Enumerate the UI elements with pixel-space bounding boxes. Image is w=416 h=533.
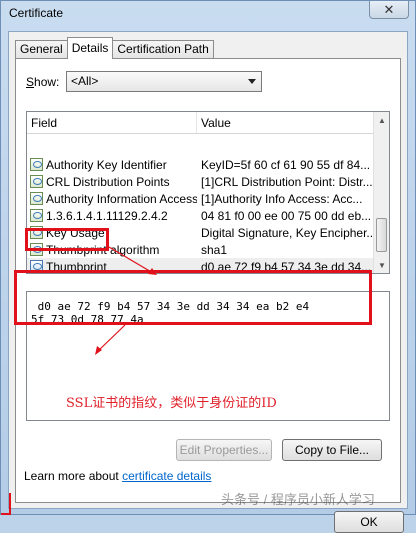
value-line: d0 ae 72 f9 b4 57 34 3e dd 34 34 ea b2 e…: [31, 300, 310, 313]
tab-strip: General Details Certification Path: [15, 37, 214, 59]
window-title: Certificate: [9, 6, 64, 20]
field-value: [1]CRL Distribution Point: Distr...: [201, 174, 373, 189]
annotation-text: SSL证书的指纹，类似于身份证的ID: [66, 396, 277, 411]
certificate-field-icon: [30, 209, 43, 222]
field-value: [1]Authority Info Access: Acc...: [201, 191, 363, 206]
list-item[interactable]: Thumbprint algorithm sha1: [27, 241, 374, 258]
show-dropdown[interactable]: <All>: [66, 71, 262, 92]
field-name: CRL Distribution Points: [46, 174, 170, 189]
list-item[interactable]: Key Usage Digital Signature, Key Enciphe…: [27, 224, 374, 241]
value-line: 5f 73 0d 78 77 4a: [31, 313, 144, 326]
list-scrollbar[interactable]: ▲ ▼: [373, 112, 389, 273]
tab-certification-path[interactable]: Certification Path: [112, 40, 214, 59]
field-value: KeyID=5f 60 cf 61 90 55 df 84...: [201, 157, 371, 172]
tab-details[interactable]: Details: [66, 37, 114, 59]
scroll-down-icon[interactable]: ▼: [375, 257, 389, 273]
certificate-field-icon: [30, 192, 43, 205]
certificate-dialog: Certificate ✕ General Details Certificat…: [0, 0, 416, 533]
close-button[interactable]: ✕: [369, 1, 409, 19]
chevron-down-icon: [248, 79, 256, 84]
ok-button[interactable]: OK: [334, 511, 404, 533]
scrollbar-thumb[interactable]: [376, 218, 387, 252]
list-item[interactable]: 1.3.6.1.4.1.11129.2.4.2 04 81 f0 00 ee 0…: [27, 207, 374, 224]
edit-properties-button[interactable]: Edit Properties...: [176, 439, 272, 461]
copy-to-file-button[interactable]: Copy to File...: [282, 439, 382, 461]
learn-more: Learn more about certificate details: [24, 469, 211, 483]
show-dropdown-value: <All>: [71, 74, 99, 88]
certificate-field-icon: [30, 226, 43, 239]
field-name: 1.3.6.1.4.1.11129.2.4.2: [46, 208, 168, 223]
field-name: Authority Information Access: [46, 191, 197, 206]
list-item[interactable]: Authority Key Identifier KeyID=5f 60 cf …: [27, 156, 374, 173]
thumbprint-icon: [30, 260, 43, 273]
field-name: Thumbprint: [46, 259, 107, 274]
certificate-field-icon: [30, 175, 43, 188]
field-value: Digital Signature, Key Encipher...: [201, 225, 374, 240]
field-name: Authority Key Identifier: [46, 157, 167, 172]
list-item[interactable]: Authority Information Access [1]Authorit…: [27, 190, 374, 207]
tab-general[interactable]: General: [15, 40, 68, 59]
column-header-field[interactable]: Field: [27, 112, 197, 133]
list-header: Field Value: [27, 112, 374, 134]
close-icon: ✕: [383, 1, 395, 17]
field-name: Thumbprint algorithm: [46, 242, 160, 257]
scroll-up-icon[interactable]: ▲: [375, 112, 389, 128]
certificate-field-icon: [30, 158, 43, 171]
details-panel: Show: <All> Field Value Authority Key Id…: [15, 58, 404, 533]
field-value: 04 81 f0 00 ee 00 75 00 dd eb...: [201, 208, 372, 223]
list-item-thumbprint[interactable]: Thumbprint d0 ae 72 f9 b4 57 34 3e dd 34…: [27, 258, 374, 274]
show-label: Show:: [26, 75, 60, 89]
watermark: 头条号 / 程序员小新人学习: [221, 492, 375, 507]
column-header-value[interactable]: Value: [197, 112, 374, 133]
field-name: Key Usage: [46, 225, 105, 240]
certificate-field-icon: [30, 243, 43, 256]
field-value: sha1: [201, 242, 228, 257]
field-list[interactable]: Field Value Authority Key Identifier Key…: [26, 111, 390, 274]
field-value: d0 ae 72 f9 b4 57 34 3e dd 34...: [201, 259, 372, 274]
dialog-client-area: General Details Certification Path Show:…: [8, 31, 408, 533]
list-item[interactable]: CRL Distribution Points [1]CRL Distribut…: [27, 173, 374, 190]
certificate-details-link[interactable]: certificate details: [122, 469, 211, 483]
learn-more-text: Learn more about: [24, 469, 123, 483]
list-rows: Authority Key Identifier KeyID=5f 60 cf …: [27, 156, 374, 274]
title-bar: Certificate ✕: [1, 1, 415, 25]
